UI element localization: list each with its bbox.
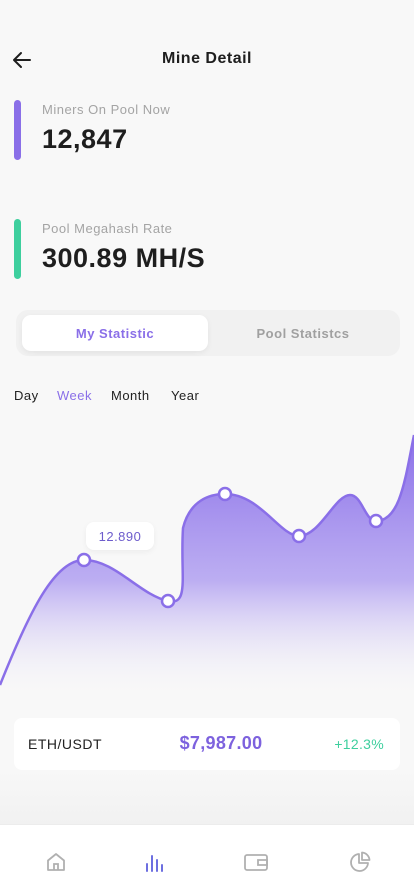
stat-accent-bar xyxy=(14,219,21,279)
home-icon xyxy=(47,853,65,871)
nav-wallet[interactable] xyxy=(241,847,271,877)
period-week[interactable]: Week xyxy=(57,388,92,403)
header: Mine Detail xyxy=(0,0,414,110)
pie-chart-icon xyxy=(350,851,371,872)
stat-accent-bar xyxy=(14,100,21,160)
bottom-fade xyxy=(0,770,414,824)
period-year[interactable]: Year xyxy=(171,388,199,403)
bottom-nav xyxy=(0,824,414,896)
chart-value-tooltip: 12.890 xyxy=(86,522,154,550)
stat-megahash-rate: Pool Megahash Rate 300.89 MH/S xyxy=(14,219,374,283)
chart-point[interactable] xyxy=(368,513,384,529)
bar-chart-icon xyxy=(146,855,163,872)
tab-pool-statistics[interactable]: Pool Statistcs xyxy=(210,315,396,351)
mining-area-chart xyxy=(0,434,414,700)
stat-value: 12,847 xyxy=(42,124,128,154)
nav-statistics[interactable] xyxy=(139,847,169,877)
stat-value: 300.89 MH/S xyxy=(42,243,206,273)
page-title: Mine Detail xyxy=(162,50,252,67)
chart-point[interactable] xyxy=(76,552,92,568)
trading-pair: ETH/USDT xyxy=(28,736,102,752)
statistic-tabs: My Statistic Pool Statistcs xyxy=(16,310,400,356)
price-card[interactable]: ETH/USDT $7,987.00 +12.3% xyxy=(14,718,400,770)
stat-label: Miners On Pool Now xyxy=(42,102,171,117)
stat-label: Pool Megahash Rate xyxy=(42,221,173,236)
period-day[interactable]: Day xyxy=(14,388,39,403)
pair-price: $7,987.00 xyxy=(179,733,263,753)
chart-point[interactable] xyxy=(291,528,307,544)
chart-point[interactable] xyxy=(217,486,233,502)
tab-my-statistic[interactable]: My Statistic xyxy=(22,315,208,351)
price-change: +12.3% xyxy=(334,736,384,752)
wallet-icon xyxy=(244,854,268,871)
period-month[interactable]: Month xyxy=(111,388,150,403)
chart-area xyxy=(0,435,414,700)
nav-analytics[interactable] xyxy=(345,847,375,877)
stat-miners-on-pool: Miners On Pool Now 12,847 xyxy=(14,100,374,164)
nav-home[interactable] xyxy=(41,847,71,877)
chart-point[interactable] xyxy=(160,593,176,609)
